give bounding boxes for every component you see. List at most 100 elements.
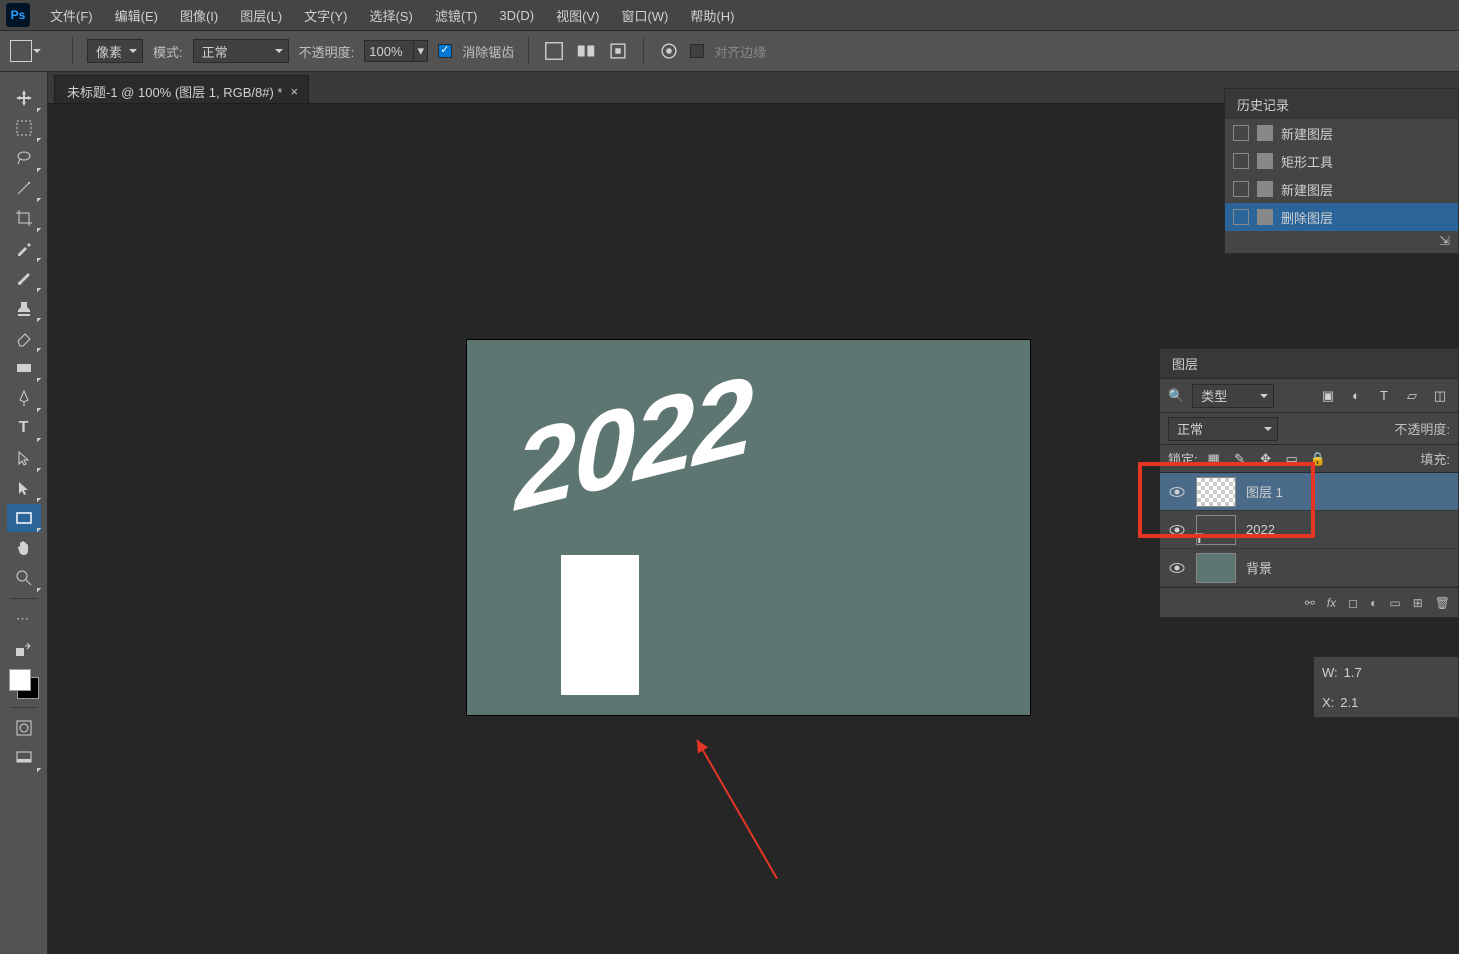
layer-thumbnail[interactable]: T (1196, 515, 1236, 545)
opacity-input[interactable]: 100% (364, 40, 414, 62)
color-swatches[interactable] (7, 667, 41, 701)
filter-image-icon[interactable]: ▣ (1318, 386, 1338, 406)
blend-mode-dropdown[interactable]: 正常 (1168, 417, 1278, 441)
hand-tool[interactable] (7, 534, 41, 562)
history-item[interactable]: 删除图层 (1225, 203, 1458, 231)
layer-row[interactable]: T 2022 (1160, 511, 1458, 549)
layer-row[interactable]: 背景 (1160, 549, 1458, 587)
marquee-tool[interactable] (7, 114, 41, 142)
canvas-text-2022: 2022 (515, 350, 752, 536)
adjustment-layer-icon[interactable]: ◐ (1370, 596, 1377, 610)
screenmode-tool[interactable] (7, 744, 41, 772)
align-edges-checkbox[interactable] (690, 44, 704, 58)
pen-tool[interactable] (7, 384, 41, 412)
menu-filter[interactable]: 滤镜(T) (425, 2, 488, 29)
edit-toolbar[interactable]: ⋯ (7, 605, 41, 633)
swap-colors-icon[interactable] (7, 635, 41, 663)
antialias-label: 消除锯齿 (462, 42, 514, 61)
app-logo: Ps (6, 3, 30, 27)
menu-view[interactable]: 视图(V) (546, 2, 609, 29)
filter-smart-icon[interactable]: ◫ (1430, 386, 1450, 406)
path-select-tool[interactable] (7, 444, 41, 472)
history-item[interactable]: 新建图层 (1225, 175, 1458, 203)
visibility-toggle[interactable] (1168, 559, 1186, 577)
canvas-white-rectangle (561, 555, 639, 695)
history-tab[interactable]: 历史记录 (1225, 89, 1458, 119)
group-icon[interactable]: ▭ (1389, 596, 1400, 610)
filter-adjust-icon[interactable]: ◐ (1346, 386, 1366, 406)
close-icon[interactable]: × (290, 84, 298, 99)
lock-pixels-icon[interactable]: ▦ (1204, 449, 1224, 469)
layer-list: 图层 1 T 2022 背景 (1160, 473, 1458, 587)
layer-mask-icon[interactable]: ◻ (1348, 596, 1358, 610)
menu-edit[interactable]: 编辑(E) (105, 2, 168, 29)
document-tab[interactable]: 未标题-1 @ 100% (图层 1, RGB/8#) * × (54, 75, 309, 103)
layers-tab[interactable]: 图层 (1160, 349, 1458, 379)
gradient-tool[interactable] (7, 354, 41, 382)
rectangle-tool[interactable] (7, 504, 41, 532)
eyedropper-tool[interactable] (7, 234, 41, 262)
menu-image[interactable]: 图像(I) (170, 2, 228, 29)
search-icon: 🔍 (1168, 388, 1184, 404)
lock-label: 锁定: (1168, 449, 1198, 468)
layer-name[interactable]: 2022 (1246, 522, 1275, 537)
layer-thumbnail[interactable] (1196, 477, 1236, 507)
document-icon (1257, 181, 1273, 197)
menu-file[interactable]: 文件(F) (40, 2, 103, 29)
canvas[interactable]: 2022 (467, 340, 1030, 715)
x-value[interactable]: 2.1 (1340, 695, 1358, 710)
quickmask-tool[interactable] (7, 714, 41, 742)
new-layer-icon[interactable]: ⊞ (1413, 596, 1423, 610)
link-layers-icon[interactable]: ⚯ (1305, 596, 1315, 610)
filter-shape-icon[interactable]: ▱ (1402, 386, 1422, 406)
history-item[interactable]: 矩形工具 (1225, 147, 1458, 175)
layer-row[interactable]: 图层 1 (1160, 473, 1458, 511)
move-tool[interactable] (7, 84, 41, 112)
mode-dropdown[interactable]: 正常 (193, 39, 289, 63)
layer-filter-dropdown[interactable]: 类型 (1192, 384, 1274, 408)
direct-select-tool[interactable] (7, 474, 41, 502)
lock-all-icon[interactable]: 🔒 (1308, 449, 1328, 469)
menubar: Ps 文件(F) 编辑(E) 图像(I) 图层(L) 文字(Y) 选择(S) 滤… (0, 0, 1459, 30)
toolbox: T ⋯ (0, 72, 48, 954)
menu-3d[interactable]: 3D(D) (489, 4, 544, 27)
gear-icon[interactable] (658, 40, 680, 62)
menu-select[interactable]: 选择(S) (359, 2, 422, 29)
layer-name[interactable]: 背景 (1246, 558, 1272, 577)
antialias-checkbox[interactable] (438, 44, 452, 58)
align-icon-1[interactable] (543, 40, 565, 62)
visibility-toggle[interactable] (1168, 521, 1186, 539)
layer-thumbnail[interactable] (1196, 553, 1236, 583)
zoom-tool[interactable] (7, 564, 41, 592)
stamp-tool[interactable] (7, 294, 41, 322)
width-value[interactable]: 1.7 (1344, 665, 1362, 680)
shape-preset-dropdown[interactable] (10, 40, 32, 62)
foreground-color-swatch[interactable] (9, 669, 31, 691)
menu-help[interactable]: 帮助(H) (680, 2, 744, 29)
x-label: X: (1322, 695, 1334, 710)
align-icon-3[interactable] (607, 40, 629, 62)
menu-window[interactable]: 窗口(W) (611, 2, 678, 29)
magic-wand-tool[interactable] (7, 174, 41, 202)
delete-layer-icon[interactable]: 🗑 (1435, 596, 1450, 610)
lock-artboard-icon[interactable]: ▭ (1282, 449, 1302, 469)
unit-dropdown[interactable]: 像素 (87, 39, 143, 63)
filter-type-icon[interactable]: T (1374, 386, 1394, 406)
align-icon-2[interactable] (575, 40, 597, 62)
opacity-stepper[interactable]: ▾ (414, 40, 428, 62)
lock-position-icon[interactable]: ✥ (1256, 449, 1276, 469)
brush-tool[interactable] (7, 264, 41, 292)
history-collapse-icon[interactable]: ⇲ (1225, 231, 1458, 253)
type-tool[interactable]: T (7, 414, 41, 442)
eraser-tool[interactable] (7, 324, 41, 352)
history-item[interactable]: 新建图层 (1225, 119, 1458, 147)
lasso-tool[interactable] (7, 144, 41, 172)
layer-name[interactable]: 图层 1 (1246, 482, 1283, 501)
lock-brush-icon[interactable]: ✎ (1230, 449, 1250, 469)
crop-tool[interactable] (7, 204, 41, 232)
opacity-label: 不透明度: (299, 42, 355, 61)
visibility-toggle[interactable] (1168, 483, 1186, 501)
layer-fx-icon[interactable]: fx (1327, 596, 1336, 610)
menu-layer[interactable]: 图层(L) (230, 2, 292, 29)
menu-type[interactable]: 文字(Y) (294, 2, 357, 29)
